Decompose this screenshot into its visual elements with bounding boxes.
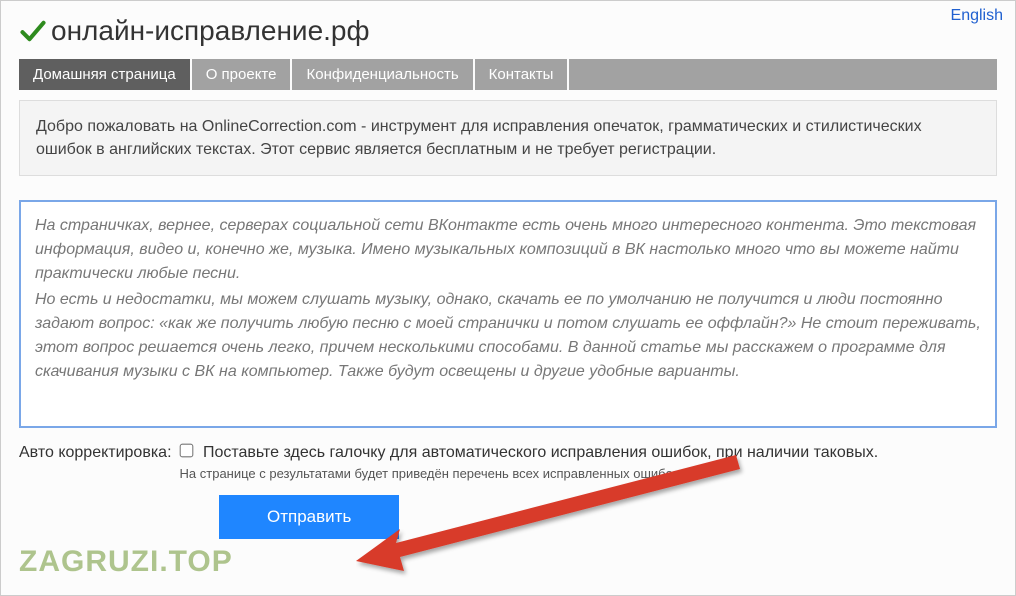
auto-correct-checkbox-label[interactable]: Поставьте здесь галочку для автоматическ… <box>180 444 879 461</box>
nav-about[interactable]: О проекте <box>192 59 293 90</box>
nav-privacy[interactable]: Конфиденциальность <box>292 59 474 90</box>
nav-home[interactable]: Домашняя страница <box>19 59 192 90</box>
watermark: ZAGRUZI.TOP <box>19 545 233 579</box>
welcome-box: Добро пожаловать на OnlineCorrection.com… <box>19 100 997 176</box>
site-title: онлайн-исправление.рф <box>51 15 370 47</box>
language-switch-link[interactable]: English <box>951 7 1003 25</box>
submit-button[interactable]: Отправить <box>219 495 399 539</box>
auto-correct-checkbox-text: Поставьте здесь галочку для автоматическ… <box>203 444 878 461</box>
text-content: На страничках, вернее, серверах социальн… <box>35 214 981 384</box>
nav-filler <box>569 59 997 90</box>
text-paragraph-1: На страничках, вернее, серверах социальн… <box>35 214 981 286</box>
site-header: онлайн-исправление.рф <box>1 1 1015 55</box>
text-input-area[interactable]: На страничках, вернее, серверах социальн… <box>19 200 997 428</box>
nav-contacts[interactable]: Контакты <box>475 59 570 90</box>
auto-correct-checkbox[interactable] <box>179 444 193 458</box>
welcome-text: Добро пожаловать на OnlineCorrection.com… <box>36 118 922 158</box>
check-icon <box>19 17 47 45</box>
auto-correct-row: Авто корректировка: Поставьте здесь гало… <box>19 444 997 481</box>
auto-correct-label: Авто корректировка: <box>19 444 172 462</box>
main-nav: Домашняя страница О проекте Конфиденциал… <box>19 59 997 90</box>
text-paragraph-2: Но есть и недостатки, мы можем слушать м… <box>35 288 981 384</box>
auto-correct-hint: На странице с результатами будет приведё… <box>180 466 997 481</box>
